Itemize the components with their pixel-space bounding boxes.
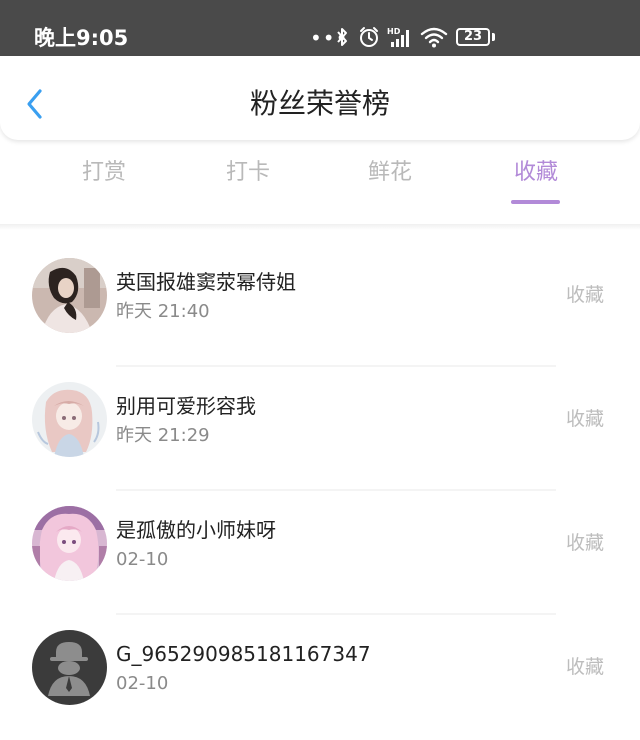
- user-name: 是孤傲的小师妹呀: [116, 518, 276, 542]
- tab-bar: 打赏 打卡 鲜花 收藏: [0, 150, 640, 220]
- favorite-label: 收藏: [566, 656, 605, 678]
- row-divider: [116, 365, 556, 367]
- favorite-label: 收藏: [566, 408, 605, 430]
- favorite-label: 收藏: [566, 284, 605, 306]
- timestamp: 02-10: [116, 673, 169, 694]
- status-bar: 晚上9:05 ••• HD 23: [0, 0, 640, 56]
- bluetooth-icon: [337, 28, 347, 46]
- user-name: G_965290985181167347: [116, 642, 371, 666]
- timestamp: 昨天 21:29: [116, 425, 210, 446]
- active-tab-indicator: [511, 200, 560, 204]
- tab-flowers[interactable]: 鲜花: [340, 158, 440, 188]
- battery-icon: 23: [456, 28, 490, 46]
- wifi-icon: [420, 27, 448, 48]
- user-name: 英国报雄窦荥幂侍姐: [116, 270, 296, 294]
- nav-bar: 粉丝荣誉榜: [0, 56, 640, 140]
- user-name: 别用可爱形容我: [116, 394, 256, 418]
- list-item[interactable]: 英国报雄窦荥幂侍姐 昨天 21:40 收藏: [0, 244, 640, 368]
- favorite-label: 收藏: [566, 532, 605, 554]
- row-divider: [116, 489, 556, 491]
- tab-checkin[interactable]: 打卡: [198, 158, 298, 188]
- avatar[interactable]: [32, 382, 107, 457]
- row-divider: [116, 613, 556, 615]
- timestamp: 02-10: [116, 549, 169, 570]
- avatar[interactable]: [32, 506, 107, 581]
- tab-favorites[interactable]: 收藏: [486, 158, 586, 188]
- status-time: 晚上9:05: [34, 26, 129, 50]
- alarm-icon: [360, 27, 378, 47]
- svg-text:HD: HD: [387, 27, 401, 36]
- timestamp: 昨天 21:40: [116, 301, 210, 322]
- page-title: 粉丝荣誉榜: [249, 87, 390, 120]
- signal-hd-icon: HD: [387, 27, 409, 47]
- tab-reward[interactable]: 打赏: [54, 158, 154, 188]
- avatar[interactable]: [32, 258, 107, 333]
- list-item[interactable]: 别用可爱形容我 昨天 21:29 收藏: [0, 368, 640, 492]
- battery-level: 23: [463, 29, 483, 44]
- battery-tip: [492, 33, 495, 41]
- list-item[interactable]: 是孤傲的小师妹呀 02-10 收藏: [0, 492, 640, 616]
- tabs-divider: [0, 224, 640, 230]
- default-avatar-icon[interactable]: [32, 630, 107, 705]
- list-item[interactable]: G_965290985181167347 02-10 收藏: [0, 616, 640, 740]
